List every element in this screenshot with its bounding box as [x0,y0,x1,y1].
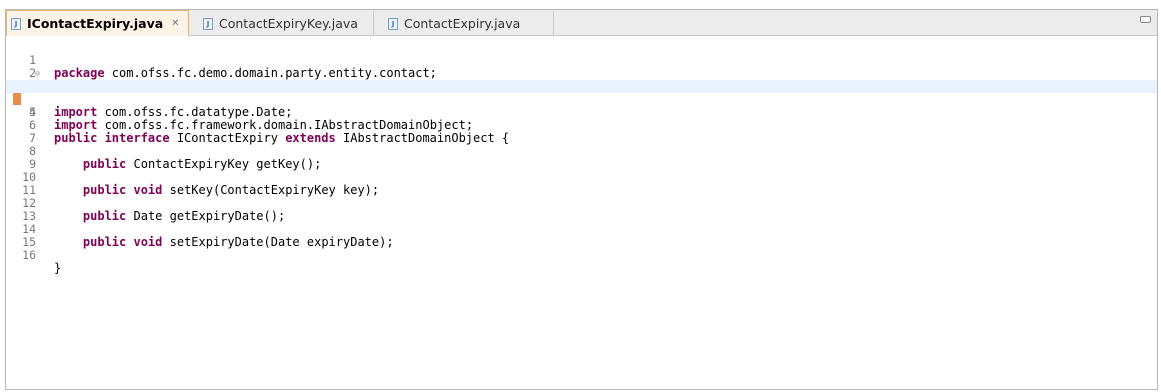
tab-label: ContactExpiry.java [404,16,521,31]
java-file-icon: J [388,17,398,30]
code-line: 15 [6,223,1157,249]
code-line: 5 [6,93,1157,119]
tab-contactexpiry[interactable]: J ContactExpiry.java [374,11,554,36]
code-line: 16 } [6,236,1157,275]
tab-contactexpirykey[interactable]: J ContactExpiryKey.java [189,11,374,36]
code-text: } [54,261,62,275]
code-line: 14 public void setExpiryDate(Date expiry… [6,210,1157,249]
editor-tab-bar: J IContactExpiry.java ✕ J ContactExpiryK… [6,10,1157,36]
editor-frame: J IContactExpiry.java ✕ J ContactExpiryK… [5,9,1158,390]
code-line: 13 [6,197,1157,223]
code-line: 12 public Date getExpiryDate(); [6,184,1157,223]
code-line: 10 public void setKey(ContactExpiryKey k… [6,158,1157,197]
java-file-icon: J [11,17,21,30]
fold-toggle-icon[interactable]: ⊖ [35,67,40,80]
code-line: 1 package com.ofss.fc.demo.domain.party.… [6,41,1157,80]
code-line-current: 4 import com.ofss.fc.framework.domain.IA… [6,80,1157,132]
code-line: 7 [6,119,1157,145]
code-line: 3 ⊖ import com.ofss.fc.datatype.Date; [6,67,1157,119]
minimize-button[interactable] [1140,16,1151,23]
code-line: 8 public ContactExpiryKey getKey(); [6,132,1157,171]
java-file-icon: J [203,17,213,30]
code-line: 6 public interface IContactExpiry extend… [6,106,1157,145]
close-icon[interactable]: ✕ [171,18,179,29]
tab-label: ContactExpiryKey.java [219,16,358,31]
code-line: 11 [6,171,1157,197]
tab-label: IContactExpiry.java [27,16,164,31]
tab-icontactexpiry[interactable]: J IContactExpiry.java ✕ [6,10,189,36]
code-line: 2 [6,54,1157,80]
code-editor[interactable]: 1 package com.ofss.fc.demo.domain.party.… [6,36,1157,390]
line-number: 16 [22,248,36,262]
code-line: 9 [6,145,1157,171]
